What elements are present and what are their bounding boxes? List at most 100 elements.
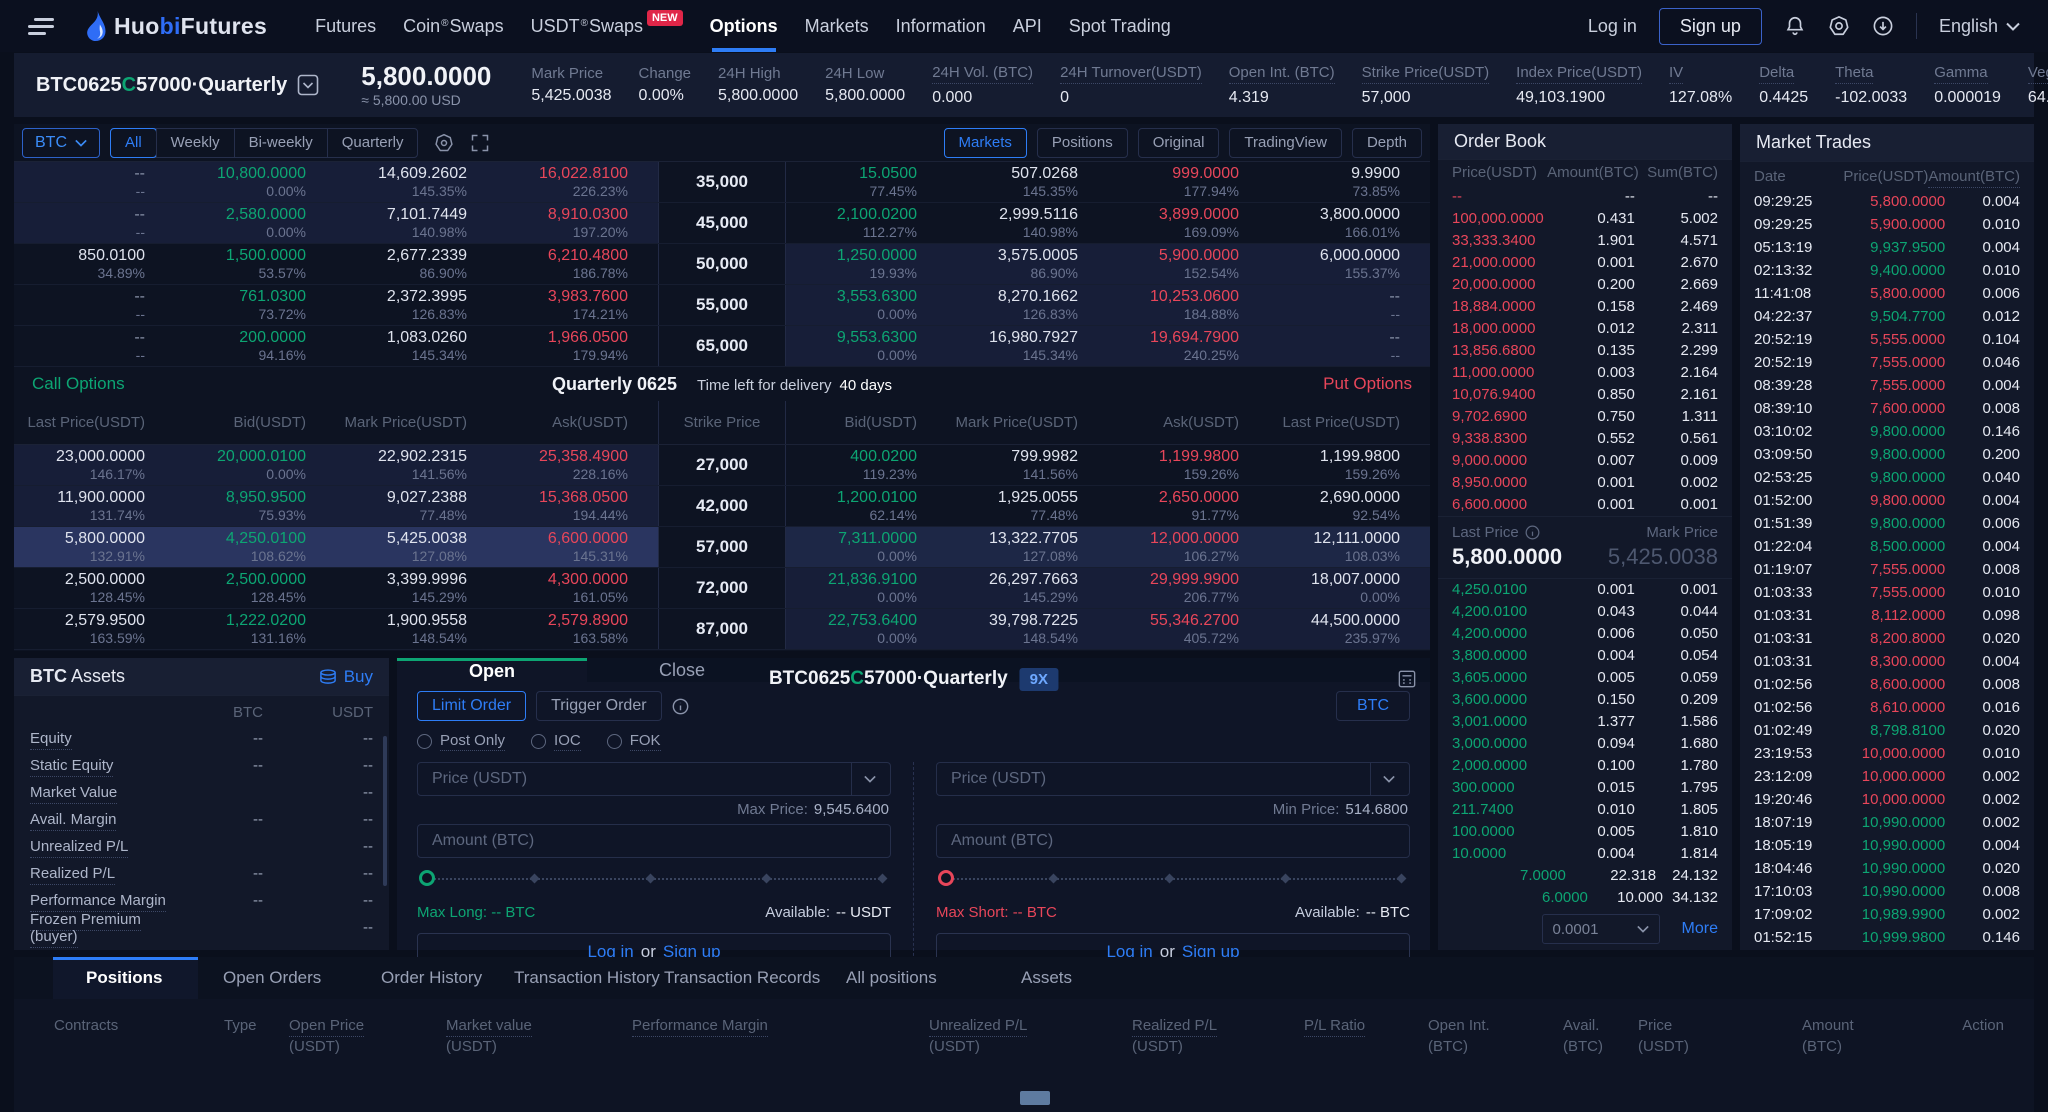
order-book-bid-row[interactable]: 7.000022.31824.132 bbox=[1438, 865, 1732, 887]
nav-item-api[interactable]: API bbox=[1013, 0, 1042, 52]
option-quote-cell[interactable]: 8,270.1662126.83% bbox=[947, 285, 1108, 325]
order-book-bid-row[interactable]: 300.00000.0151.795 bbox=[1438, 777, 1732, 799]
order-type-limit-order[interactable]: Limit Order bbox=[417, 691, 526, 721]
order-book-bid-row[interactable]: 3,605.00000.0050.059 bbox=[1438, 667, 1732, 689]
option-quote-cell[interactable]: 1,966.0500179.94% bbox=[497, 326, 658, 366]
buy-link[interactable]: Buy bbox=[318, 667, 373, 687]
order-book-ask-row[interactable]: ------ bbox=[1438, 186, 1732, 208]
option-quote-cell[interactable]: ---- bbox=[14, 326, 175, 366]
order-book-ask-row[interactable]: 21,000.00000.0012.670 bbox=[1438, 252, 1732, 274]
option-quote-cell[interactable]: 9.990073.85% bbox=[1269, 162, 1430, 202]
option-quote-cell[interactable]: 3,553.63000.00% bbox=[786, 285, 947, 325]
option-quote-cell[interactable]: 1,925.005577.48% bbox=[947, 486, 1108, 526]
support-icon[interactable] bbox=[1828, 15, 1850, 37]
order-book-ask-row[interactable]: 8,950.00000.0010.002 bbox=[1438, 472, 1732, 494]
period-tab-all[interactable]: All bbox=[110, 128, 157, 158]
order-book-bid-row[interactable]: 4,200.00000.0060.050 bbox=[1438, 623, 1732, 645]
option-quote-cell[interactable]: 8,910.0300197.20% bbox=[497, 203, 658, 243]
hamburger-menu-icon[interactable] bbox=[28, 18, 54, 34]
option-quote-cell[interactable]: 999.0000177.94% bbox=[1108, 162, 1269, 202]
long-amount-slider[interactable] bbox=[419, 870, 883, 888]
order-book-bid-row[interactable]: 10.00000.0041.814 bbox=[1438, 843, 1732, 865]
option-quote-cell[interactable]: 5,425.0038127.08% bbox=[336, 527, 497, 567]
tick-size-select[interactable]: 0.0001 bbox=[1542, 914, 1660, 944]
slider-thumb[interactable] bbox=[419, 870, 435, 886]
language-selector[interactable]: English bbox=[1939, 16, 2020, 37]
option-quote-cell[interactable]: 2,580.00000.00% bbox=[175, 203, 336, 243]
bottom-tab-transaction-records[interactable]: Transaction Records bbox=[664, 957, 820, 999]
settings-icon[interactable] bbox=[434, 133, 454, 153]
option-quote-cell[interactable]: 3,575.000586.90% bbox=[947, 244, 1108, 284]
info-icon[interactable] bbox=[672, 698, 689, 715]
option-quote-cell[interactable]: 10,253.0600184.88% bbox=[1108, 285, 1269, 325]
radio-fok[interactable]: FOK bbox=[607, 732, 661, 751]
option-quote-cell[interactable]: 1,083.0260145.34% bbox=[336, 326, 497, 366]
view-tab-tradingview[interactable]: TradingView bbox=[1229, 128, 1342, 158]
option-quote-cell[interactable]: 2,100.0200112.27% bbox=[786, 203, 947, 243]
option-quote-cell[interactable]: 507.0268145.35% bbox=[947, 162, 1108, 202]
option-quote-cell[interactable]: 21,836.91000.00% bbox=[786, 568, 947, 608]
long-price-input[interactable]: Price (USDT) bbox=[417, 762, 891, 796]
unit-button[interactable]: BTC bbox=[1336, 691, 1410, 721]
order-book-bid-row[interactable]: 4,250.01000.0010.001 bbox=[1438, 579, 1732, 601]
order-book-bid-row[interactable]: 3,000.00000.0941.680 bbox=[1438, 733, 1732, 755]
order-book-bid-row[interactable]: 100.00000.0051.810 bbox=[1438, 821, 1732, 843]
option-quote-cell[interactable]: 2,677.233986.90% bbox=[336, 244, 497, 284]
option-quote-cell[interactable]: ---- bbox=[14, 162, 175, 202]
option-quote-cell[interactable]: 12,111.0000108.03% bbox=[1269, 527, 1430, 567]
option-quote-cell[interactable]: 2,500.0000128.45% bbox=[175, 568, 336, 608]
order-book-ask-row[interactable]: 11,000.00000.0032.164 bbox=[1438, 362, 1732, 384]
nav-item-markets[interactable]: Markets bbox=[805, 0, 869, 52]
scrollbar-thumb[interactable] bbox=[383, 736, 387, 886]
option-quote-cell[interactable]: 29,999.9900206.77% bbox=[1108, 568, 1269, 608]
order-book-ask-row[interactable]: 18,000.00000.0122.311 bbox=[1438, 318, 1732, 340]
period-tab-quarterly[interactable]: Quarterly bbox=[327, 129, 418, 157]
option-quote-cell[interactable]: 18,007.00000.00% bbox=[1269, 568, 1430, 608]
order-book-bid-row[interactable]: 3,600.00000.1500.209 bbox=[1438, 689, 1732, 711]
slider-thumb[interactable] bbox=[938, 870, 954, 886]
option-quote-cell[interactable]: 12,000.0000106.27% bbox=[1108, 527, 1269, 567]
option-quote-cell[interactable]: 9,553.63000.00% bbox=[786, 326, 947, 366]
option-quote-cell[interactable]: 3,983.7600174.21% bbox=[497, 285, 658, 325]
leverage-badge[interactable]: 9X bbox=[1020, 668, 1058, 691]
bottom-tab-positions[interactable]: Positions bbox=[86, 957, 163, 999]
view-tab-positions[interactable]: Positions bbox=[1037, 128, 1128, 158]
option-quote-cell[interactable]: 3,899.0000169.09% bbox=[1108, 203, 1269, 243]
option-quote-cell[interactable]: 2,579.8900163.58% bbox=[497, 609, 658, 649]
option-quote-cell[interactable]: ---- bbox=[14, 285, 175, 325]
option-quote-cell[interactable]: 39,798.7225148.54% bbox=[947, 609, 1108, 649]
radio-ioc[interactable]: IOC bbox=[531, 732, 581, 751]
option-quote-cell[interactable]: 1,900.9558148.54% bbox=[336, 609, 497, 649]
nav-item-information[interactable]: Information bbox=[896, 0, 986, 52]
short-amount-slider[interactable] bbox=[938, 870, 1402, 888]
order-book-bid-row[interactable]: 211.74000.0101.805 bbox=[1438, 799, 1732, 821]
option-quote-cell[interactable]: 3,399.9996145.29% bbox=[336, 568, 497, 608]
option-quote-cell[interactable]: 19,694.7900240.25% bbox=[1108, 326, 1269, 366]
view-tab-depth[interactable]: Depth bbox=[1352, 128, 1422, 158]
option-quote-cell[interactable]: 16,022.8100226.23% bbox=[497, 162, 658, 202]
nav-item-spot-trading[interactable]: Spot Trading bbox=[1069, 0, 1171, 52]
order-book-ask-row[interactable]: 10,076.94000.8502.161 bbox=[1438, 384, 1732, 406]
long-amount-input[interactable]: Amount (BTC) bbox=[417, 824, 891, 858]
bottom-tab-all-positions[interactable]: All positions bbox=[846, 957, 937, 999]
option-quote-cell[interactable]: 2,500.0000128.45% bbox=[14, 568, 175, 608]
option-quote-cell[interactable]: ---- bbox=[1269, 285, 1430, 325]
option-quote-cell[interactable]: 6,000.0000155.37% bbox=[1269, 244, 1430, 284]
order-book-ask-row[interactable]: 13,856.68000.1352.299 bbox=[1438, 340, 1732, 362]
option-quote-cell[interactable]: 20,000.01000.00% bbox=[175, 445, 336, 485]
order-book-ask-row[interactable]: 18,884.00000.1582.469 bbox=[1438, 296, 1732, 318]
option-quote-cell[interactable]: 23,000.0000146.17% bbox=[14, 445, 175, 485]
short-price-input[interactable]: Price (USDT) bbox=[936, 762, 1410, 796]
option-quote-cell[interactable]: 5,900.0000152.54% bbox=[1108, 244, 1269, 284]
option-quote-cell[interactable]: 13,322.7705127.08% bbox=[947, 527, 1108, 567]
option-quote-cell[interactable]: 2,650.000091.77% bbox=[1108, 486, 1269, 526]
horizontal-scrollbar-thumb[interactable] bbox=[1020, 1091, 1050, 1105]
option-quote-cell[interactable]: 11,900.0000131.74% bbox=[14, 486, 175, 526]
download-icon[interactable] bbox=[1872, 15, 1894, 37]
nav-item-options[interactable]: Options bbox=[710, 0, 778, 52]
option-quote-cell[interactable]: 200.000094.16% bbox=[175, 326, 336, 366]
option-quote-cell[interactable]: 8,950.950075.93% bbox=[175, 486, 336, 526]
option-quote-cell[interactable]: 2,372.3995126.83% bbox=[336, 285, 497, 325]
contract-selector[interactable]: BTC0625C57000·Quarterly bbox=[36, 74, 319, 97]
option-quote-cell[interactable]: ---- bbox=[1269, 326, 1430, 366]
